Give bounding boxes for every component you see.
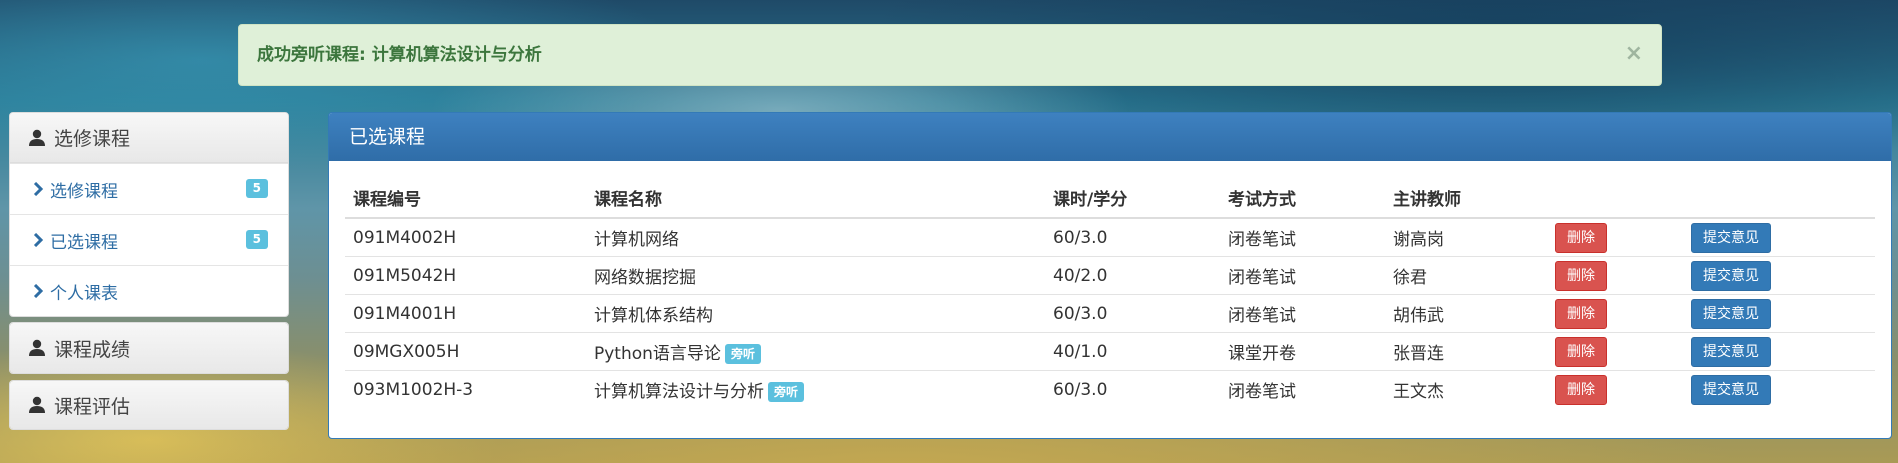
- table-row: 093M1002H-3 计算机算法设计与分析 旁听 60/3.0 闭卷笔试 王文杰…: [345, 370, 1875, 408]
- selected-courses-panel: 已选课程 课程编号 课程名称 课时/学分 考试方式 主讲教师 091M4002H…: [328, 112, 1892, 439]
- course-name-cell: 计算机算法设计与分析 旁听: [586, 370, 1045, 408]
- course-name-cell: Python语言导论 旁听: [586, 332, 1045, 371]
- delete-button[interactable]: 删除: [1555, 336, 1607, 367]
- course-code: 093M1002H-3: [345, 370, 586, 408]
- exam-type: 课堂开卷: [1220, 332, 1385, 371]
- teacher: 胡伟武: [1385, 294, 1547, 333]
- column-header: 课程编号: [345, 177, 586, 219]
- exam-type: 闭卷笔试: [1220, 294, 1385, 333]
- courses-table: 课程编号 课程名称 课时/学分 考试方式 主讲教师 091M4002H 计算机网…: [345, 177, 1875, 408]
- sidebar-item-label: 已选课程: [50, 232, 118, 253]
- submit-feedback-button[interactable]: 提交意见: [1691, 260, 1771, 291]
- column-header: 课程名称: [586, 177, 1045, 219]
- exam-type: 闭卷笔试: [1220, 256, 1385, 295]
- sidebar-elective-group: 选修课程 选修课程 5 已选课程 5 个人课表: [9, 112, 289, 317]
- sidebar-evaluation-group: 课程评估: [9, 380, 289, 430]
- panel-title: 已选课程: [329, 113, 1891, 161]
- course-hours: 60/3.0: [1045, 294, 1220, 333]
- delete-button[interactable]: 删除: [1555, 260, 1607, 291]
- sidebar-header-label: 课程评估: [54, 395, 131, 418]
- submit-feedback-button[interactable]: 提交意见: [1691, 222, 1771, 253]
- sidebar-item-selected-courses[interactable]: 已选课程 5: [10, 214, 288, 265]
- table-row: 09MGX005H Python语言导论 旁听 40/1.0 课堂开卷 张晋连 删…: [345, 332, 1875, 371]
- delete-button[interactable]: 删除: [1555, 374, 1607, 405]
- sidebar-grades-group: 课程成绩: [9, 322, 289, 374]
- teacher: 王文杰: [1385, 370, 1547, 408]
- submit-feedback-button[interactable]: 提交意见: [1691, 298, 1771, 329]
- course-name: 计算机算法设计与分析: [594, 382, 764, 402]
- chevron-right-icon: [33, 233, 44, 247]
- course-hours: 40/2.0: [1045, 256, 1220, 295]
- sidebar-header-label: 课程成绩: [54, 338, 131, 361]
- sidebar-item-personal-schedule[interactable]: 个人课表: [10, 265, 288, 316]
- table-row: 091M4002H 计算机网络 60/3.0 闭卷笔试 谢高岗 删除 提交意见: [345, 217, 1875, 257]
- sidebar-item-elective-courses[interactable]: 选修课程 5: [10, 163, 288, 214]
- exam-type: 闭卷笔试: [1220, 217, 1385, 257]
- sidebar-header-elective[interactable]: 选修课程: [10, 113, 288, 163]
- count-badge: 5: [245, 230, 268, 249]
- user-icon: [29, 129, 45, 146]
- alert-message: 成功旁听课程: 计算机算法设计与分析: [257, 45, 542, 65]
- course-name: Python语言导论: [594, 344, 721, 364]
- teacher: 谢高岗: [1385, 217, 1547, 257]
- exam-type: 闭卷笔试: [1220, 370, 1385, 408]
- sidebar-header-grades[interactable]: 课程成绩: [10, 323, 288, 373]
- sidebar-item-label: 选修课程: [50, 181, 118, 202]
- column-header: 课时/学分: [1045, 177, 1220, 219]
- user-icon: [29, 396, 45, 413]
- submit-feedback-button[interactable]: 提交意见: [1691, 374, 1771, 405]
- course-name-cell: 网络数据挖掘: [586, 256, 1045, 295]
- course-name-cell: 计算机网络: [586, 217, 1045, 257]
- course-code: 091M4002H: [345, 217, 586, 257]
- course-code: 091M4001H: [345, 294, 586, 333]
- sidebar-header-evaluation[interactable]: 课程评估: [10, 381, 288, 429]
- close-icon[interactable]: ×: [1625, 25, 1643, 83]
- delete-button[interactable]: 删除: [1555, 222, 1607, 253]
- table-row: 091M4001H 计算机体系结构 60/3.0 闭卷笔试 胡伟武 删除 提交意…: [345, 294, 1875, 333]
- delete-button[interactable]: 删除: [1555, 298, 1607, 329]
- course-code: 09MGX005H: [345, 332, 586, 371]
- chevron-right-icon: [33, 284, 44, 298]
- audit-badge: 旁听: [768, 382, 805, 402]
- teacher: 徐君: [1385, 256, 1547, 295]
- count-badge: 5: [245, 179, 268, 198]
- course-name: 网络数据挖掘: [594, 268, 696, 288]
- success-alert: 成功旁听课程: 计算机算法设计与分析 ×: [238, 24, 1662, 86]
- course-code: 091M5042H: [345, 256, 586, 295]
- audit-badge: 旁听: [724, 344, 761, 364]
- column-header: 主讲教师: [1385, 177, 1547, 219]
- submit-feedback-button[interactable]: 提交意见: [1691, 336, 1771, 367]
- teacher: 张晋连: [1385, 332, 1547, 371]
- course-hours: 60/3.0: [1045, 217, 1220, 257]
- sidebar-item-label: 个人课表: [50, 283, 118, 304]
- user-icon: [29, 339, 45, 356]
- course-hours: 60/3.0: [1045, 370, 1220, 408]
- table-row: 091M5042H 网络数据挖掘 40/2.0 闭卷笔试 徐君 删除 提交意见: [345, 256, 1875, 295]
- column-header: 考试方式: [1220, 177, 1385, 219]
- course-hours: 40/1.0: [1045, 332, 1220, 371]
- course-name: 计算机体系结构: [594, 306, 713, 326]
- course-name: 计算机网络: [594, 230, 679, 250]
- course-name-cell: 计算机体系结构: [586, 294, 1045, 333]
- table-header-row: 课程编号 课程名称 课时/学分 考试方式 主讲教师: [345, 177, 1875, 219]
- chevron-right-icon: [33, 182, 44, 196]
- sidebar-header-label: 选修课程: [54, 128, 131, 150]
